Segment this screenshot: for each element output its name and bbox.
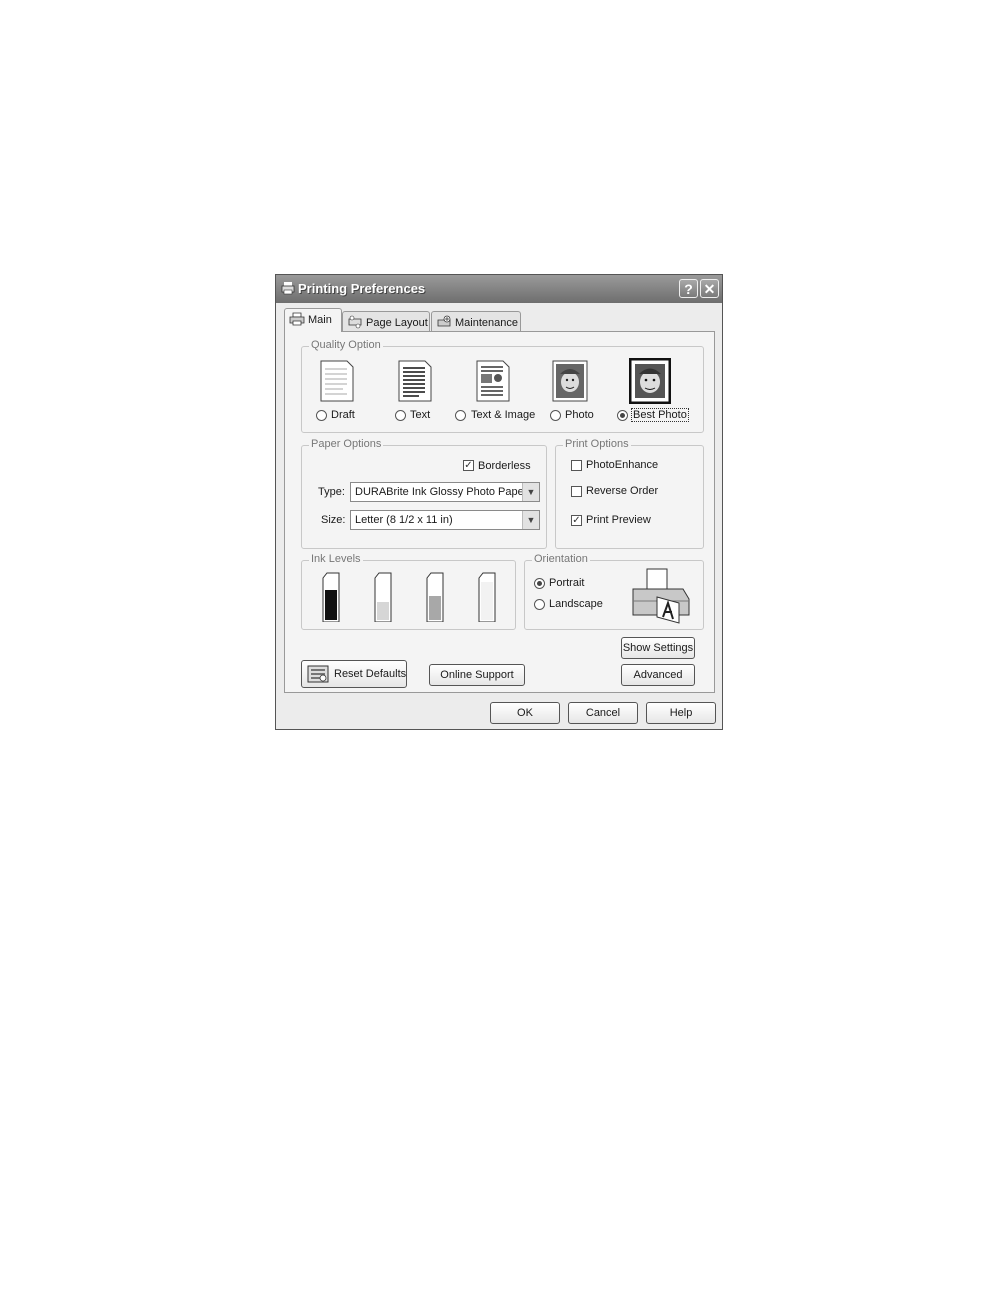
- tab-page-layout[interactable]: Page Layout: [342, 311, 430, 331]
- draft-quality-icon: [320, 360, 354, 402]
- size-label: Size:: [321, 514, 346, 526]
- paper-options-group: Paper Options ✓ Borderless Type: DURABri…: [301, 438, 547, 549]
- best-photo-label: Best Photo: [631, 408, 689, 422]
- printer-icon: [281, 282, 295, 295]
- ink-levels-label: Ink Levels: [309, 553, 363, 565]
- printer-tab-icon: [289, 312, 305, 326]
- paper-size-value: Letter (8 1/2 x 11 in): [355, 514, 453, 526]
- print-preview-label: Print Preview: [586, 514, 651, 526]
- landscape-label: Landscape: [549, 598, 603, 610]
- ok-button[interactable]: OK: [490, 702, 560, 724]
- tab-main[interactable]: Main: [284, 308, 342, 332]
- text-quality-icon: [398, 360, 432, 402]
- photo-radio[interactable]: [550, 410, 561, 421]
- printing-preferences-dialog: Printing Preferences ? ✕ Main Page Layou…: [275, 274, 723, 730]
- ink-levels-group: Ink Levels: [301, 553, 516, 630]
- paper-size-select[interactable]: Letter (8 1/2 x 11 in) ▼: [350, 510, 540, 530]
- ink-cartridge-3: [426, 572, 444, 622]
- reset-defaults-icon: [307, 665, 329, 683]
- ink-cartridge-2: [374, 572, 392, 622]
- text-label: Text: [410, 409, 431, 421]
- orientation-label: Orientation: [532, 553, 590, 565]
- portrait-label: Portrait: [549, 577, 585, 589]
- borderless-checkbox[interactable]: ✓: [463, 460, 474, 471]
- best-photo-radio[interactable]: [617, 410, 628, 421]
- tab-page-layout-label: Page Layout: [366, 317, 428, 329]
- paper-options-label: Paper Options: [309, 438, 384, 450]
- online-support-button[interactable]: Online Support: [429, 664, 525, 686]
- portrait-radio[interactable]: [534, 578, 545, 589]
- window-title: Printing Preferences: [298, 281, 426, 296]
- ink-cartridge-4: [478, 572, 496, 622]
- paper-type-select[interactable]: DURABrite Ink Glossy Photo Paper ▼: [350, 482, 540, 502]
- text-radio[interactable]: [395, 410, 406, 421]
- text-image-label: Text & Image: [471, 409, 536, 421]
- quality-option-label: Quality Option: [309, 339, 383, 351]
- print-preview-checkbox[interactable]: ✓: [571, 515, 582, 526]
- landscape-radio[interactable]: [534, 599, 545, 610]
- draft-label: Draft: [331, 409, 355, 421]
- photoenhance-label: PhotoEnhance: [586, 459, 659, 471]
- cancel-button[interactable]: Cancel: [568, 702, 638, 724]
- reverse-order-checkbox[interactable]: [571, 486, 582, 497]
- maintenance-icon: [437, 315, 451, 327]
- chevron-down-icon[interactable]: ▼: [522, 511, 539, 529]
- reset-defaults-label: Reset Defaults: [334, 668, 407, 680]
- ink-cartridge-black: [322, 572, 340, 622]
- best-photo-quality-icon: [629, 358, 671, 404]
- print-options-label: Print Options: [563, 438, 631, 450]
- close-button[interactable]: ✕: [700, 279, 719, 298]
- paper-type-value: DURABrite Ink Glossy Photo Paper: [355, 486, 528, 498]
- title-bar[interactable]: Printing Preferences ? ✕: [276, 275, 722, 303]
- tab-maintenance[interactable]: Maintenance: [431, 311, 521, 331]
- advanced-button[interactable]: Advanced: [621, 664, 695, 686]
- tab-main-label: Main: [308, 314, 332, 326]
- main-tab-panel: Quality Option Draft Text Text & Image P…: [284, 331, 715, 693]
- borderless-label: Borderless: [478, 460, 531, 472]
- quality-option-group: Quality Option Draft Text Text & Image P…: [301, 339, 704, 433]
- printer-orientation-icon: [632, 568, 690, 624]
- orientation-group: Orientation Portrait Landscape: [524, 553, 704, 630]
- page-layout-icon: [348, 315, 362, 329]
- photo-label: Photo: [565, 409, 594, 421]
- text-image-radio[interactable]: [455, 410, 466, 421]
- help-button[interactable]: Help: [646, 702, 716, 724]
- reset-defaults-button[interactable]: Reset Defaults: [301, 660, 407, 688]
- type-label: Type:: [318, 486, 345, 498]
- text-image-quality-icon: [476, 360, 510, 402]
- photoenhance-checkbox[interactable]: [571, 460, 582, 471]
- reverse-order-label: Reverse Order: [586, 485, 659, 497]
- print-options-group: Print Options PhotoEnhance Reverse Order…: [555, 438, 704, 549]
- draft-radio[interactable]: [316, 410, 327, 421]
- photo-quality-icon: [552, 360, 588, 402]
- tab-maintenance-label: Maintenance: [455, 317, 518, 329]
- chevron-down-icon[interactable]: ▼: [522, 483, 539, 501]
- help-title-button[interactable]: ?: [679, 279, 698, 298]
- show-settings-button[interactable]: Show Settings: [621, 637, 695, 659]
